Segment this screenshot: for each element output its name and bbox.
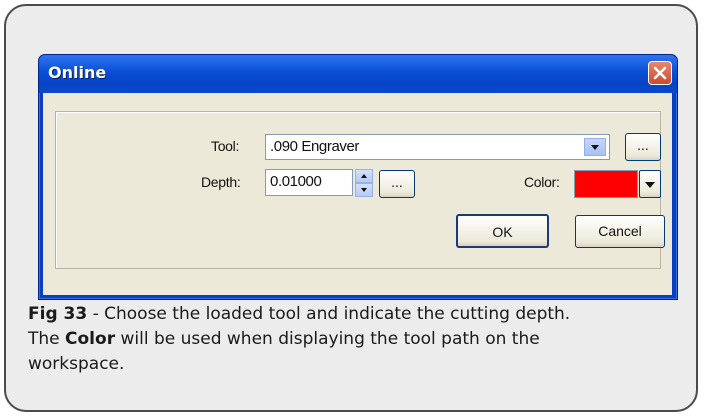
dialog-titlebar[interactable]: Online	[39, 55, 677, 93]
figure-number: Fig 33	[28, 304, 88, 324]
spin-down-icon	[361, 188, 367, 192]
tool-select[interactable]: .090 Engraver	[265, 134, 610, 160]
tool-label: Tool:	[211, 138, 240, 154]
caption-line-1: Fig 33 - Choose the loaded tool and indi…	[28, 302, 688, 327]
color-swatch[interactable]	[574, 170, 638, 198]
dropdown-arrow-icon	[591, 145, 599, 150]
dropdown-arrow-icon	[645, 182, 655, 188]
color-label: Color:	[524, 174, 560, 190]
caption-text-2a: The	[28, 329, 66, 349]
close-button[interactable]	[648, 61, 672, 85]
caption-line-3: workspace.	[28, 354, 125, 374]
caption-text-1: - Choose the loaded tool and indicate th…	[87, 304, 571, 324]
caption-text-2b: will be used when displaying the tool pa…	[115, 329, 540, 349]
online-dialog: Online Tool: .090 Engraver ... Depth: 0.…	[38, 54, 678, 300]
figure-caption: Fig 33 - Choose the loaded tool and indi…	[28, 302, 688, 377]
tool-select-value: .090 Engraver	[270, 138, 360, 155]
caption-line-2: The Color will be used when displaying t…	[28, 327, 688, 352]
spin-down-button[interactable]	[355, 183, 373, 197]
depth-spinner[interactable]	[355, 169, 373, 197]
close-icon	[653, 66, 667, 80]
dialog-body: Tool: .090 Engraver ... Depth: 0.01000 .…	[43, 93, 672, 295]
depth-label: Depth:	[201, 174, 241, 190]
depth-input-value: 0.01000	[270, 173, 322, 190]
depth-input[interactable]: 0.01000	[265, 169, 353, 196]
dialog-title: Online	[48, 63, 107, 82]
spin-up-button[interactable]	[355, 169, 373, 183]
depth-browse-button[interactable]: ...	[379, 170, 415, 198]
tool-dropdown-button[interactable]	[584, 138, 606, 156]
color-dropdown-button[interactable]	[639, 170, 661, 198]
figure-card: Online Tool: .090 Engraver ... Depth: 0.…	[4, 4, 698, 412]
spin-up-icon	[361, 174, 367, 178]
ok-button[interactable]: OK	[456, 214, 549, 248]
tool-browse-button[interactable]: ...	[625, 133, 661, 161]
caption-color-term: Color	[65, 329, 116, 349]
cancel-button[interactable]: Cancel	[575, 215, 665, 248]
